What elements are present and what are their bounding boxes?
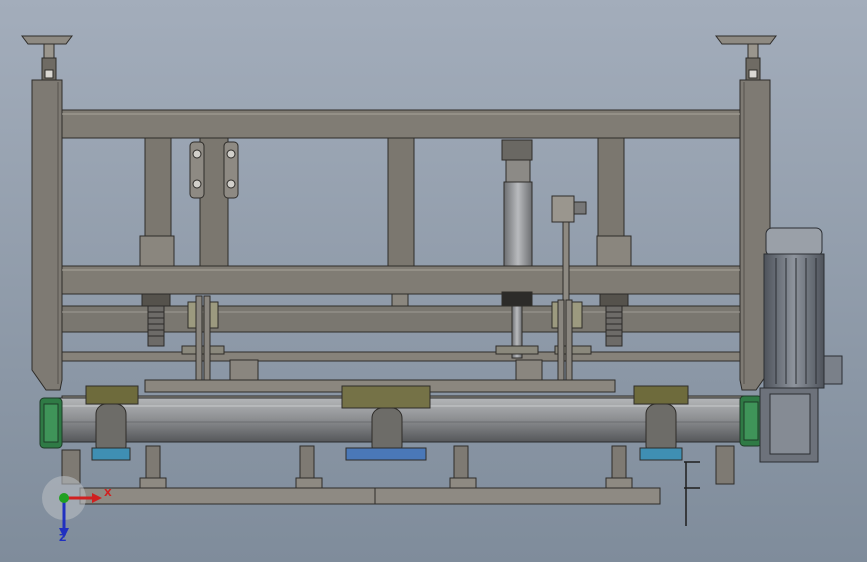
roller-hub-left — [39, 397, 63, 449]
base-plate — [79, 487, 661, 505]
brace-3 — [387, 137, 415, 267]
triad-x-label: X — [104, 488, 112, 499]
bottom-rail — [61, 351, 741, 362]
cad-viewport[interactable]: X Z — [0, 0, 867, 562]
cad-drawing: X Z — [0, 0, 867, 562]
roller-hub-right — [739, 395, 763, 447]
triad-z-label: Z — [59, 533, 66, 544]
